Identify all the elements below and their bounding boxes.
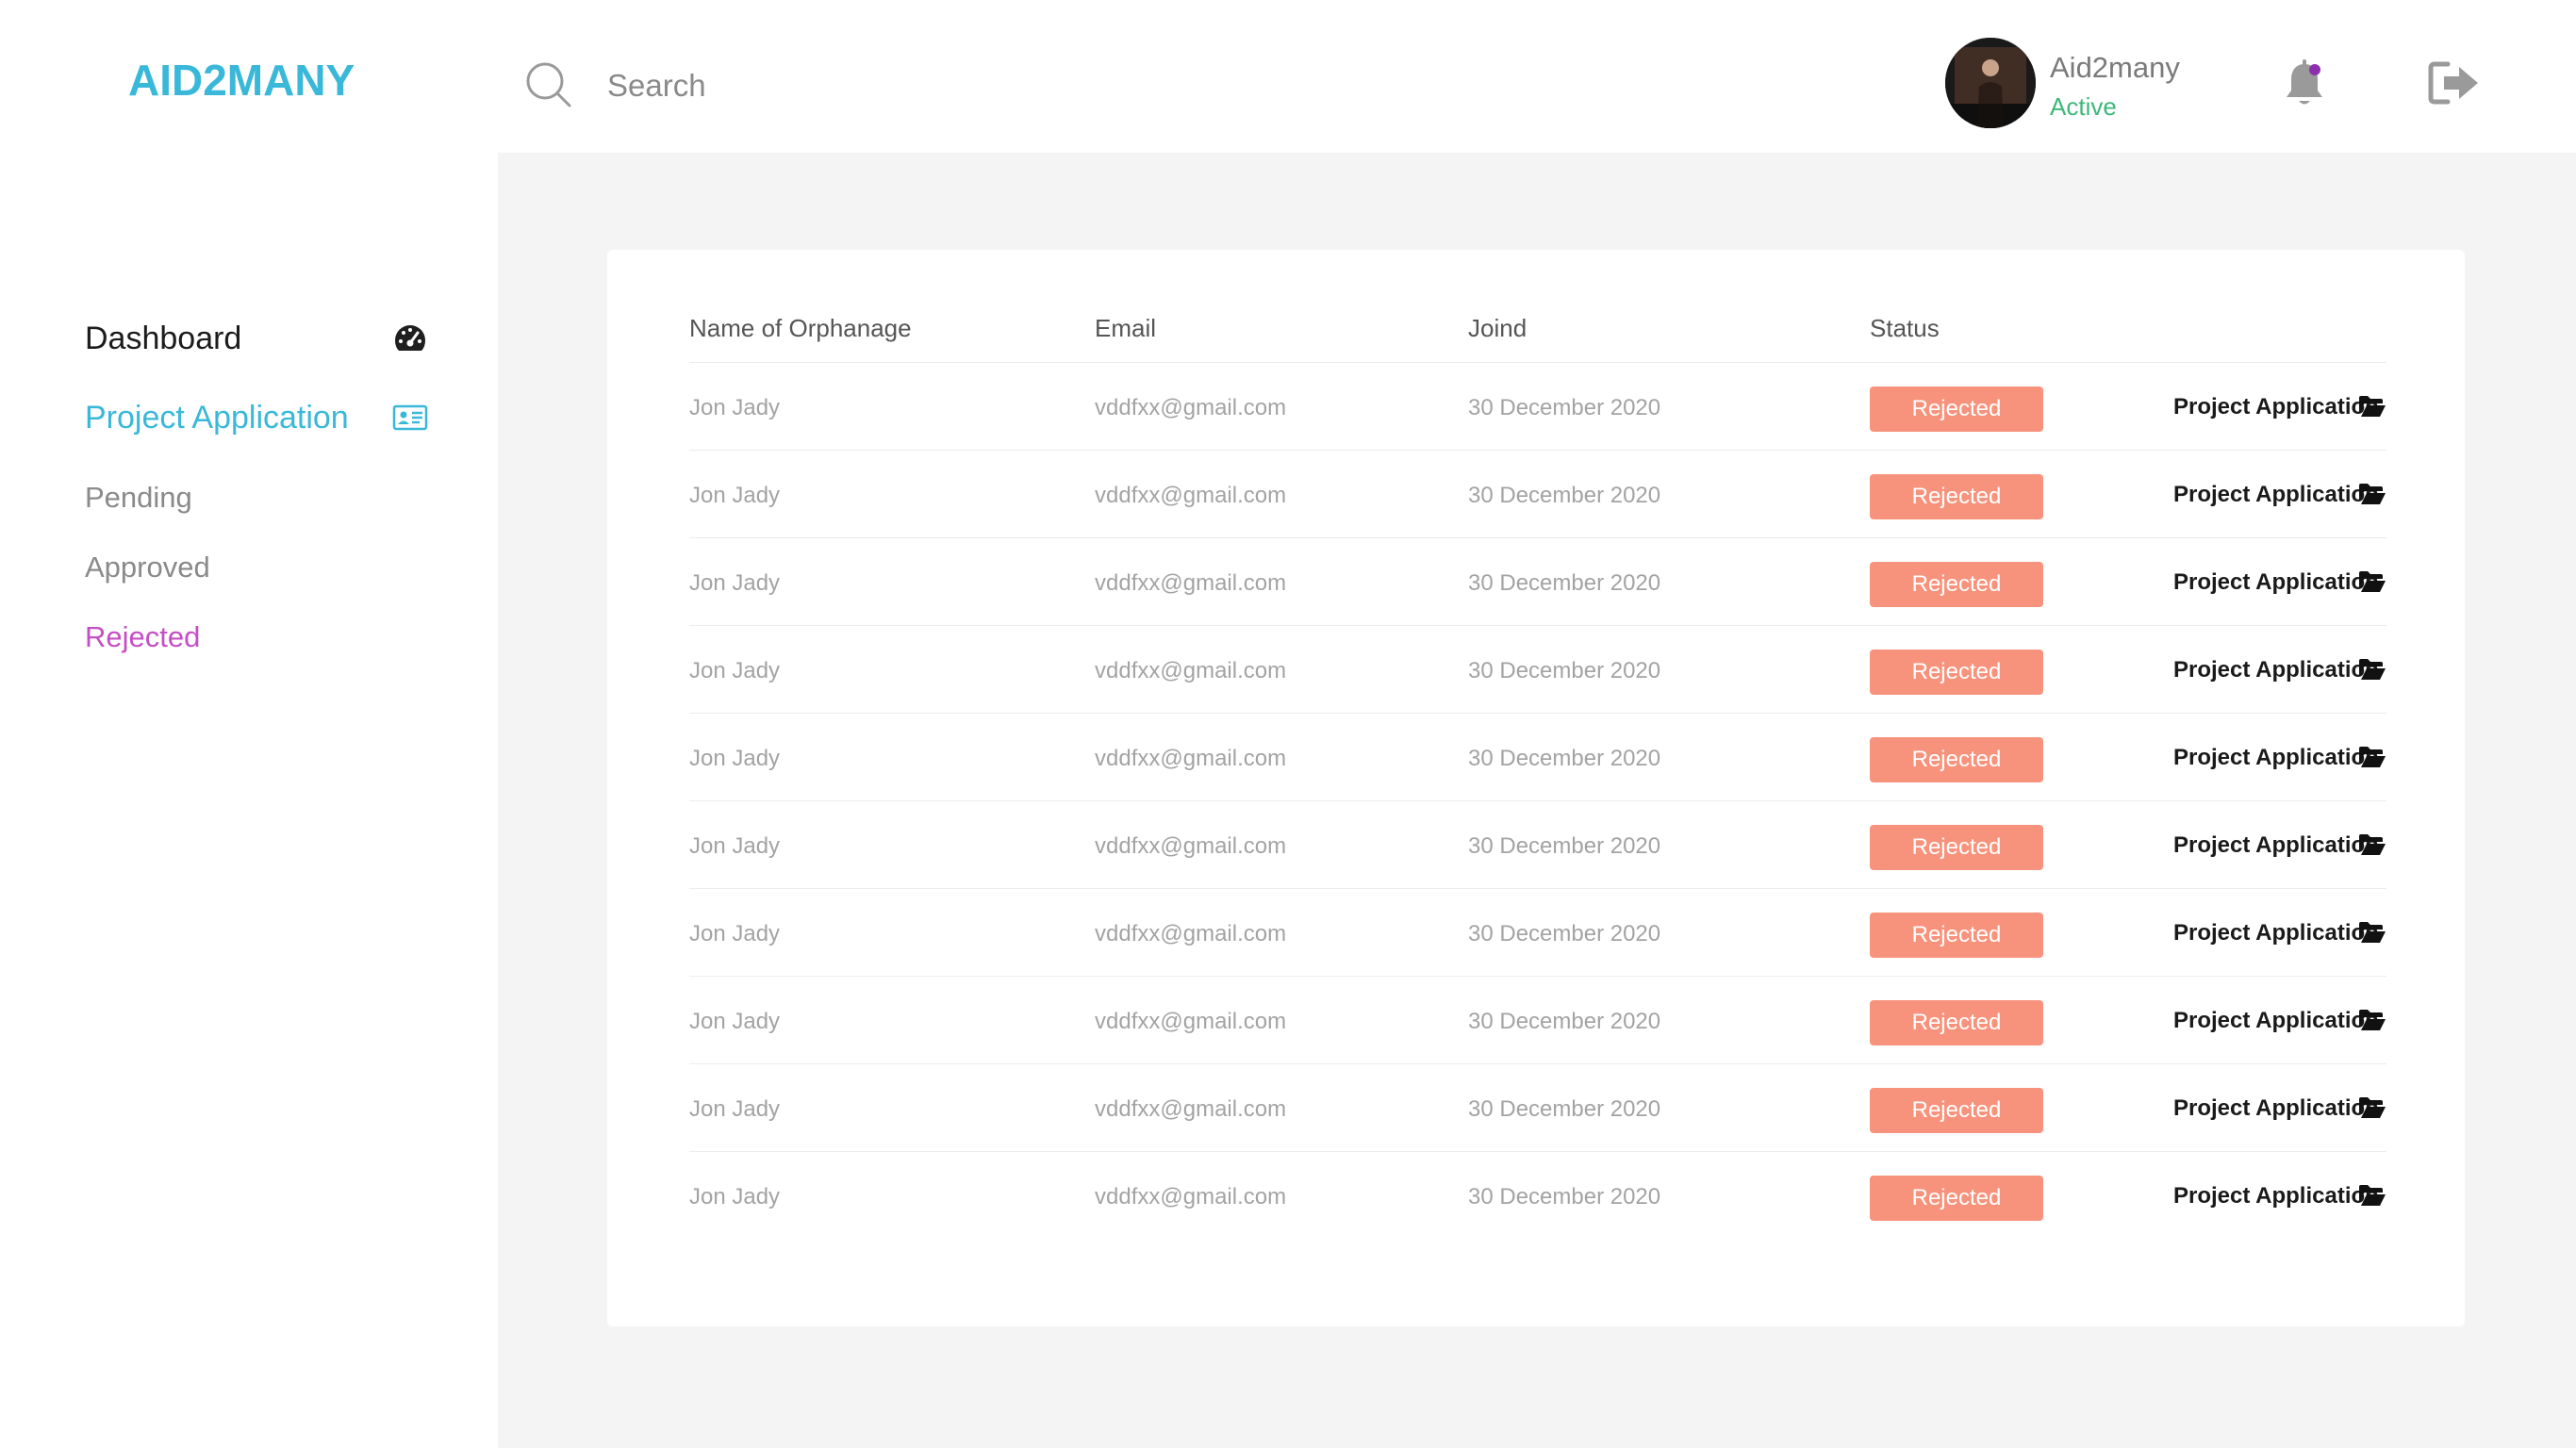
notification-dot <box>2309 64 2320 75</box>
bell-icon[interactable] <box>2282 58 2327 109</box>
joined-date: 30 December 2020 <box>1468 746 1661 771</box>
table-row: Jon Jady vddfxx@gmail.com 30 December 20… <box>689 1064 2386 1152</box>
table-row: Jon Jady vddfxx@gmail.com 30 December 20… <box>689 977 2386 1064</box>
status-badge[interactable]: Rejected <box>1870 562 2043 607</box>
table-row: Jon Jady vddfxx@gmail.com 30 December 20… <box>689 451 2386 538</box>
joined-date: 30 December 2020 <box>1468 483 1661 508</box>
table-row: Jon Jady vddfxx@gmail.com 30 December 20… <box>689 626 2386 714</box>
joined-date: 30 December 2020 <box>1468 570 1661 596</box>
table-row: Jon Jady vddfxx@gmail.com 30 December 20… <box>689 714 2386 801</box>
status-badge[interactable]: Rejected <box>1870 1176 2043 1221</box>
orphanage-name: Jon Jady <box>689 1096 781 1122</box>
orphanage-name: Jon Jady <box>689 658 781 683</box>
folder-open-icon[interactable] <box>2358 483 2386 505</box>
sidebar-item-dashboard[interactable]: Dashboard <box>85 321 241 357</box>
sidebar: Dashboard Project Application Pending Ap… <box>0 153 498 1448</box>
folder-open-icon[interactable] <box>2358 833 2386 856</box>
avatar[interactable] <box>1945 38 2036 128</box>
sidebar-item-rejected[interactable]: Rejected <box>85 620 200 654</box>
email-cell: vddfxx@gmail.com <box>1095 483 1287 508</box>
id-card-icon <box>392 404 428 431</box>
status-badge[interactable]: Rejected <box>1870 1088 2043 1133</box>
sidebar-item-pending[interactable]: Pending <box>85 481 192 515</box>
status-badge[interactable]: Rejected <box>1870 737 2043 782</box>
logout-icon[interactable] <box>2427 60 2482 106</box>
orphanage-name: Jon Jady <box>689 395 781 420</box>
applications-table-card: Name of Orphanage Email Joind Status Jon… <box>607 250 2465 1326</box>
orphanage-name: Jon Jady <box>689 746 781 771</box>
joined-date: 30 December 2020 <box>1468 395 1661 420</box>
table-row: Jon Jady vddfxx@gmail.com 30 December 20… <box>689 538 2386 626</box>
main-content: Name of Orphanage Email Joind Status Jon… <box>498 153 2576 1448</box>
email-cell: vddfxx@gmail.com <box>1095 570 1287 596</box>
joined-date: 30 December 2020 <box>1468 1096 1661 1122</box>
table-body: Jon Jady vddfxx@gmail.com 30 December 20… <box>689 363 2386 1240</box>
project-application-link[interactable]: Project Application <box>2173 482 2379 508</box>
column-header-email: Email <box>1095 314 1157 342</box>
folder-open-icon[interactable] <box>2358 570 2386 593</box>
joined-date: 30 December 2020 <box>1468 1009 1661 1034</box>
project-application-link[interactable]: Project Application <box>2173 657 2379 683</box>
email-cell: vddfxx@gmail.com <box>1095 1096 1287 1122</box>
table-row: Jon Jady vddfxx@gmail.com 30 December 20… <box>689 363 2386 451</box>
dashboard-gauge-icon <box>395 325 425 351</box>
orphanage-name: Jon Jady <box>689 1184 781 1209</box>
email-cell: vddfxx@gmail.com <box>1095 833 1287 859</box>
user-status: Active <box>2050 92 2117 121</box>
status-badge[interactable]: Rejected <box>1870 825 2043 870</box>
joined-date: 30 December 2020 <box>1468 921 1661 946</box>
email-cell: vddfxx@gmail.com <box>1095 921 1287 946</box>
joined-date: 30 December 2020 <box>1468 833 1661 859</box>
project-application-link[interactable]: Project Application <box>2173 745 2379 771</box>
sidebar-item-project-application[interactable]: Project Application <box>85 400 349 436</box>
status-badge[interactable]: Rejected <box>1870 650 2043 695</box>
email-cell: vddfxx@gmail.com <box>1095 395 1287 420</box>
orphanage-name: Jon Jady <box>689 921 781 946</box>
status-badge[interactable]: Rejected <box>1870 387 2043 432</box>
project-application-link[interactable]: Project Application <box>2173 1183 2379 1209</box>
app-logo[interactable]: AID2MANY <box>128 55 355 106</box>
email-cell: vddfxx@gmail.com <box>1095 658 1287 683</box>
folder-open-icon[interactable] <box>2358 746 2386 768</box>
project-application-link[interactable]: Project Application <box>2173 1095 2379 1122</box>
search-icon[interactable] <box>524 60 573 109</box>
project-application-link[interactable]: Project Application <box>2173 394 2379 420</box>
table-header: Name of Orphanage Email Joind Status <box>689 306 2386 363</box>
column-header-joined: Joind <box>1468 314 1527 342</box>
orphanage-name: Jon Jady <box>689 833 781 859</box>
user-name: Aid2many <box>2050 51 2180 84</box>
folder-open-icon[interactable] <box>2358 1009 2386 1031</box>
search-input[interactable] <box>607 62 1267 109</box>
orphanage-name: Jon Jady <box>689 483 781 508</box>
orphanage-name: Jon Jady <box>689 570 781 596</box>
status-badge[interactable]: Rejected <box>1870 1000 2043 1045</box>
email-cell: vddfxx@gmail.com <box>1095 746 1287 771</box>
column-header-status: Status <box>1870 314 1940 342</box>
top-header: AID2MANY Aid2many Active <box>0 0 2576 153</box>
orphanage-name: Jon Jady <box>689 1009 781 1034</box>
project-application-link[interactable]: Project Application <box>2173 569 2379 596</box>
folder-open-icon[interactable] <box>2358 921 2386 944</box>
folder-open-icon[interactable] <box>2358 658 2386 681</box>
status-badge[interactable]: Rejected <box>1870 913 2043 958</box>
status-badge[interactable]: Rejected <box>1870 474 2043 519</box>
project-application-link[interactable]: Project Application <box>2173 920 2379 946</box>
project-application-link[interactable]: Project Application <box>2173 1008 2379 1034</box>
project-application-link[interactable]: Project Application <box>2173 832 2379 859</box>
joined-date: 30 December 2020 <box>1468 658 1661 683</box>
sidebar-item-approved[interactable]: Approved <box>85 551 210 584</box>
table-row: Jon Jady vddfxx@gmail.com 30 December 20… <box>689 889 2386 977</box>
table-row: Jon Jady vddfxx@gmail.com 30 December 20… <box>689 1152 2386 1240</box>
folder-open-icon[interactable] <box>2358 1184 2386 1207</box>
table-row: Jon Jady vddfxx@gmail.com 30 December 20… <box>689 801 2386 889</box>
email-cell: vddfxx@gmail.com <box>1095 1009 1287 1034</box>
folder-open-icon[interactable] <box>2358 395 2386 418</box>
joined-date: 30 December 2020 <box>1468 1184 1661 1209</box>
email-cell: vddfxx@gmail.com <box>1095 1184 1287 1209</box>
folder-open-icon[interactable] <box>2358 1096 2386 1119</box>
column-header-name: Name of Orphanage <box>689 314 912 342</box>
